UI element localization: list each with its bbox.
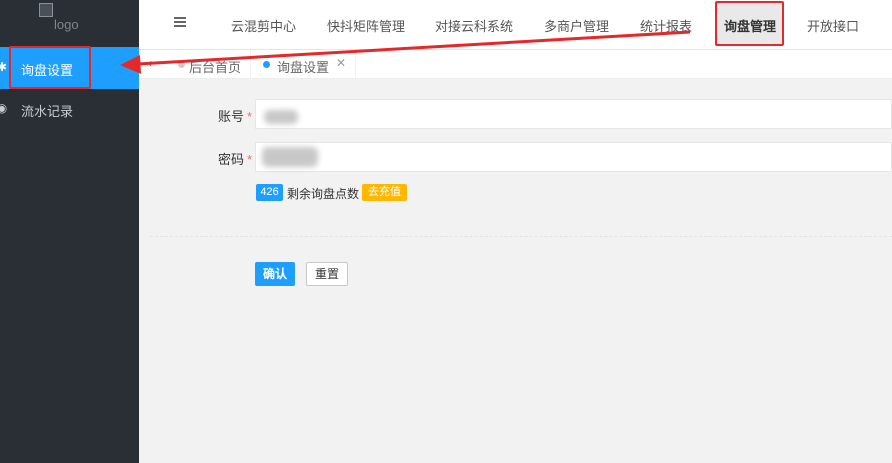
tab-home[interactable]: 后台首页 xyxy=(169,50,251,78)
broken-image-icon xyxy=(39,3,53,17)
blurred-value xyxy=(262,147,318,167)
nav-item-yunke-system[interactable]: 对接云科系统 xyxy=(435,16,513,35)
points-count-badge: 426 xyxy=(256,184,283,201)
logo-alt-text: logo xyxy=(54,17,79,32)
password-label: 密码 * xyxy=(218,152,253,167)
nav-item-merchants[interactable]: 多商户管理 xyxy=(544,16,609,35)
confirm-button[interactable]: 确认 xyxy=(255,262,295,286)
tab-label: 后台首页 xyxy=(189,60,242,75)
sidebar-item-transaction-records[interactable]: ◉ 流水记录 xyxy=(0,88,139,130)
nav-item-cloud-mix[interactable]: 云混剪中心 xyxy=(231,16,296,35)
gear-icon: ✱ xyxy=(0,60,8,74)
tab-label: 询盘设置 xyxy=(277,60,330,75)
menu-toggle-icon[interactable] xyxy=(174,17,186,28)
chevron-left-icon[interactable]: ‹ xyxy=(148,56,152,70)
tab-dot-icon xyxy=(178,61,185,68)
divider xyxy=(150,236,892,237)
sidebar-item-label: 流水记录 xyxy=(21,104,74,119)
nav-item-reports[interactable]: 统计报表 xyxy=(640,16,692,35)
close-icon[interactable]: ✕ xyxy=(336,56,346,70)
account-label: 账号 * xyxy=(218,109,253,124)
account-field[interactable] xyxy=(255,99,892,129)
circle-icon: ◉ xyxy=(0,101,8,115)
reset-button[interactable]: 重置 xyxy=(306,262,348,286)
highlight-box-sidebar xyxy=(9,46,91,89)
points-remaining-text: 剩余询盘点数 xyxy=(287,187,360,201)
nav-item-open-api[interactable]: 开放接口 xyxy=(807,16,859,35)
recharge-button[interactable]: 去充值 xyxy=(362,184,407,201)
tab-inquiry-settings[interactable]: 询盘设置 ✕ xyxy=(252,50,356,78)
nav-item-douyin-matrix[interactable]: 快抖矩阵管理 xyxy=(327,16,405,35)
highlight-box-nav xyxy=(715,1,784,46)
password-field[interactable] xyxy=(255,142,892,172)
logo: logo xyxy=(0,0,139,46)
tab-dot-icon xyxy=(263,61,270,68)
blurred-value xyxy=(264,110,298,124)
tab-bar: ‹ 后台首页 询盘设置 ✕ xyxy=(139,50,892,79)
